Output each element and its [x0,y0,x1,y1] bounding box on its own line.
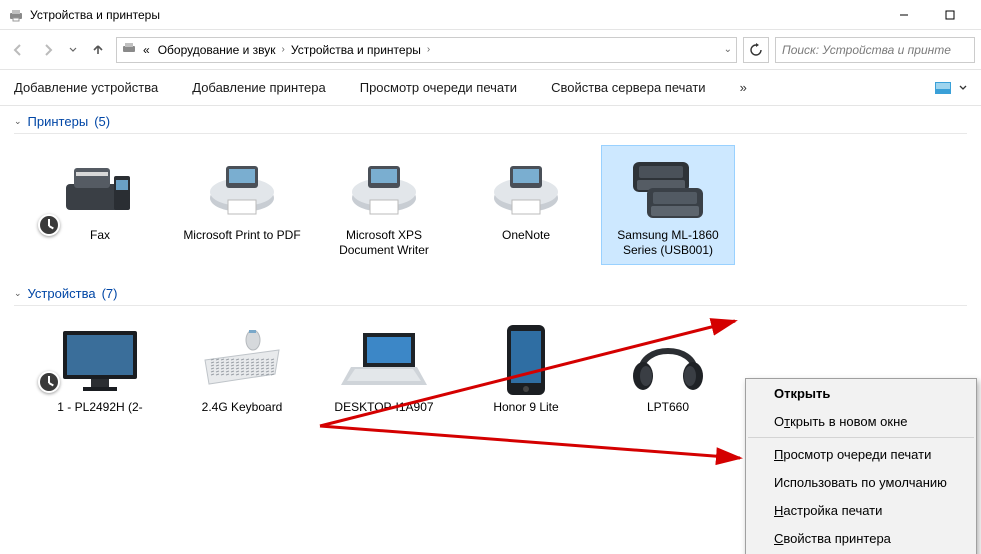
context-menu-item[interactable]: Открыть [746,379,976,407]
item-phone[interactable]: Honor 9 Lite [460,318,592,421]
command-bar: Добавление устройства Добавление принтер… [0,70,981,106]
laser-icon [623,152,713,224]
cmd-server-props[interactable]: Свойства сервера печати [551,80,706,95]
item-keyboard[interactable]: 2.4G Keyboard [176,318,308,421]
fax-icon [55,152,145,224]
item-label: Samsung ML-1860 Series (USB001) [605,228,731,258]
nav-recent-button[interactable] [66,38,80,62]
section-printers-label: Принтеры [28,114,89,129]
context-menu-item[interactable]: Просмотр очереди печати [746,440,976,468]
item-label: LPT660 [647,400,689,415]
keyboard-icon [197,324,287,396]
item-samsung[interactable]: Samsung ML-1860 Series (USB001) [602,146,734,264]
breadcrumb-prefix: « [141,43,152,57]
breadcrumb-seg-2[interactable]: Устройства и принтеры [289,43,423,57]
phone-icon [481,324,571,396]
divider [14,305,967,306]
context-menu: ОткрытьОткрыть в новом окне Просмотр очер… [745,378,977,554]
nav-forward-button[interactable] [36,38,60,62]
clock-badge [38,214,60,236]
chevron-right-icon: › [427,44,430,55]
cmd-overflow[interactable]: » [740,80,747,95]
printer-icon [481,152,571,224]
context-menu-item[interactable]: Свойства принтера [746,524,976,552]
section-devices-count: (7) [102,286,118,301]
cmd-add-printer[interactable]: Добавление принтера [192,80,325,95]
minimize-button[interactable] [881,0,927,30]
devices-printers-icon [8,7,24,23]
clock-badge [38,371,60,393]
section-printers-header[interactable]: ⌄ Принтеры (5) [14,114,967,129]
maximize-button[interactable] [927,0,973,30]
address-history-dropdown[interactable]: ⌄ [724,44,732,55]
search-placeholder: Поиск: Устройства и принте [782,43,951,57]
laptop-icon [339,324,429,396]
section-devices-header[interactable]: ⌄ Устройства (7) [14,286,967,301]
item-label: Microsoft Print to PDF [183,228,300,243]
item-label: Fax [90,228,110,243]
cmd-add-device[interactable]: Добавление устройства [14,80,158,95]
breadcrumb-seg-1[interactable]: Оборудование и звук [156,43,278,57]
divider [14,133,967,134]
refresh-button[interactable] [743,37,769,63]
context-menu-item[interactable]: Настройка печати [746,496,976,524]
item-ms-xps[interactable]: Microsoft XPS Document Writer [318,146,450,264]
item-fax[interactable]: Fax [34,146,166,264]
search-input[interactable]: Поиск: Устройства и принте [775,37,975,63]
titlebar: Устройства и принтеры [0,0,981,30]
context-menu-item[interactable]: Открыть в новом окне [746,407,976,435]
nav-back-button[interactable] [6,38,30,62]
chevron-right-icon: › [282,44,285,55]
item-label: DESKTOP-I1A907 [334,400,433,415]
item-ms-print-pdf[interactable]: Microsoft Print to PDF [176,146,308,264]
printer-icon [197,152,287,224]
section-printers: ⌄ Принтеры (5) Fax Microsoft Print to PDF… [0,106,981,278]
headphones-icon [623,324,713,396]
collapse-icon: ⌄ [14,116,22,127]
item-label: 1 - PL2492H (2- [57,400,142,415]
monitor-icon [55,324,145,396]
collapse-icon: ⌄ [14,288,22,299]
item-desktop[interactable]: DESKTOP-I1A907 [318,318,450,421]
view-options-button[interactable] [935,80,967,96]
section-printers-count: (5) [94,114,110,129]
item-label: Honor 9 Lite [493,400,558,415]
cmd-view-queue[interactable]: Просмотр очереди печати [360,80,517,95]
item-label: OneNote [502,228,550,243]
context-menu-item[interactable]: Использовать по умолчанию [746,468,976,496]
section-devices-label: Устройства [28,286,96,301]
printer-items-grid: Fax Microsoft Print to PDF Microsoft XPS D… [14,142,967,274]
item-onenote[interactable]: OneNote [460,146,592,264]
item-label: 2.4G Keyboard [202,400,283,415]
address-root-icon [121,40,137,59]
navbar: « Оборудование и звук › Устройства и при… [0,30,981,70]
item-monitor[interactable]: 1 - PL2492H (2- [34,318,166,421]
nav-up-button[interactable] [86,38,110,62]
context-menu-separator [748,437,974,438]
window-title: Устройства и принтеры [30,8,881,22]
item-lpt[interactable]: LPT660 [602,318,734,421]
address-bar[interactable]: « Оборудование и звук › Устройства и при… [116,37,737,63]
printer-icon [339,152,429,224]
item-label: Microsoft XPS Document Writer [321,228,447,258]
content-area: ⌄ Принтеры (5) Fax Microsoft Print to PDF… [0,106,981,554]
